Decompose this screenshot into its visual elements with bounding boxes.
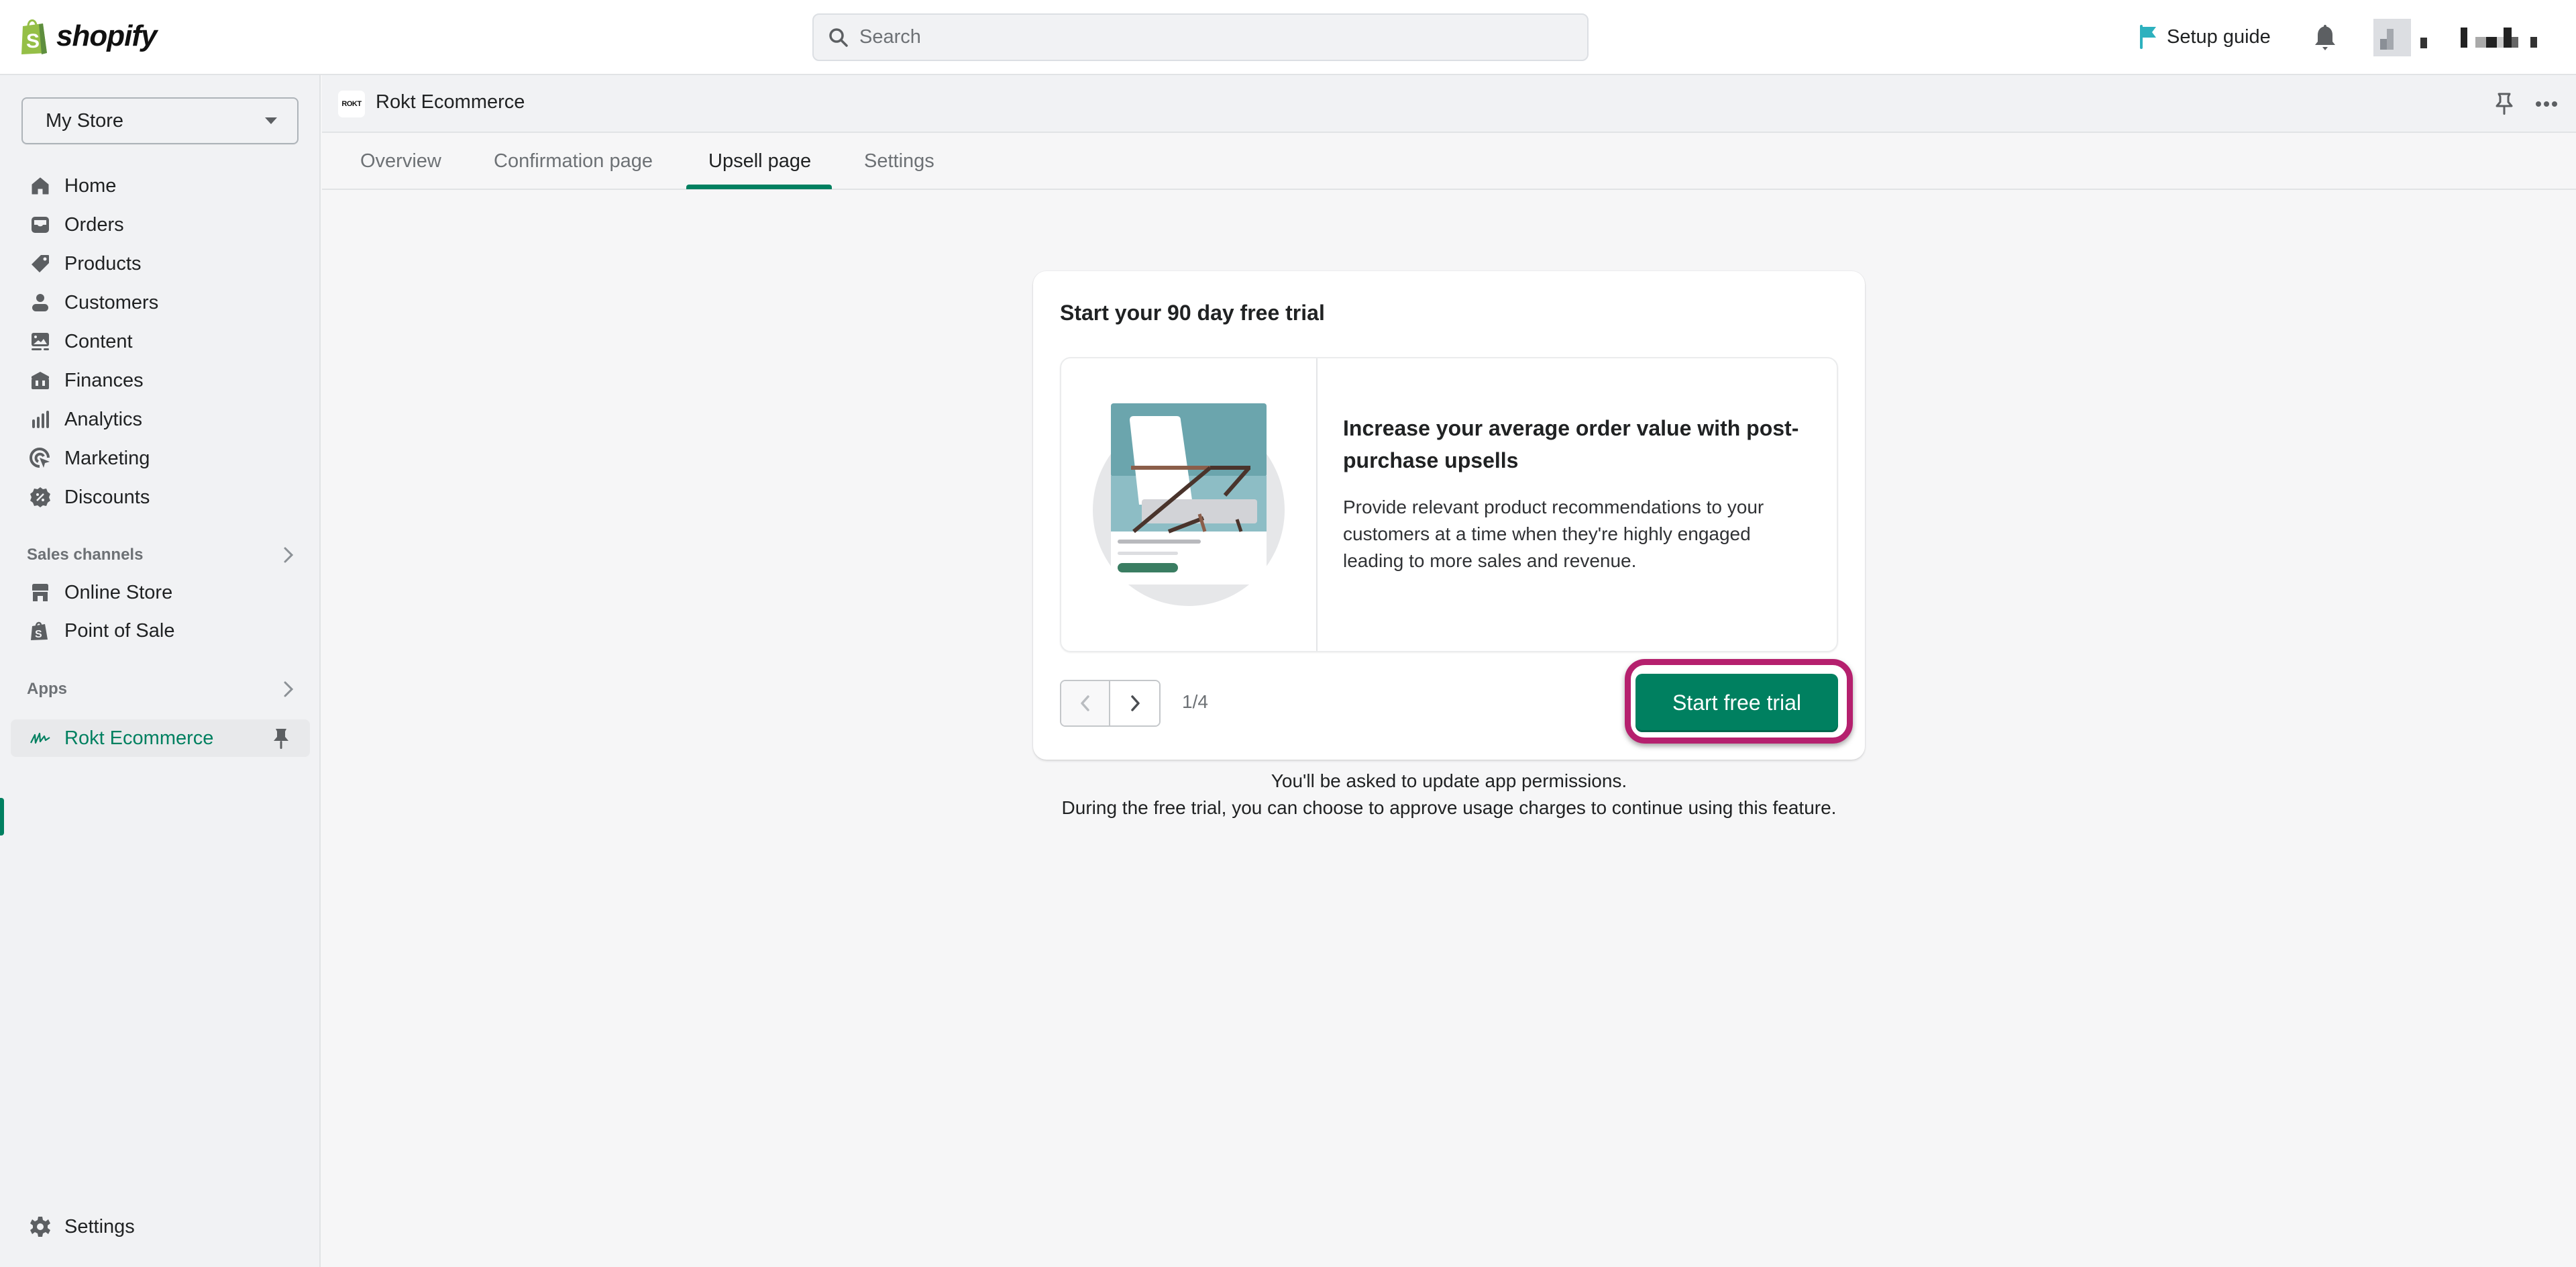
shopify-logo[interactable]: S shopify [19, 16, 157, 56]
store-icon [32, 584, 48, 601]
tab-settings[interactable]: Settings [864, 133, 934, 190]
sidebar-item-content[interactable]: Content [11, 323, 310, 360]
setup-guide-button[interactable]: Setup guide [2139, 20, 2271, 54]
bank-icon [32, 372, 49, 389]
person-icon [32, 294, 48, 311]
inbox-icon [32, 217, 49, 233]
pin-icon[interactable] [272, 727, 290, 750]
next-slide-button[interactable] [1110, 681, 1159, 725]
slide-content: Increase your average order value with p… [1343, 412, 1813, 574]
search-bar[interactable] [812, 13, 1589, 61]
sidebar-item-settings[interactable]: Settings [11, 1208, 310, 1246]
sidebar-item-label: Online Store [64, 581, 173, 603]
pin-icon[interactable] [2494, 92, 2514, 116]
setup-guide-label: Setup guide [2167, 26, 2271, 48]
sidebar-item-orders[interactable]: Orders [11, 206, 310, 244]
home-icon [32, 177, 49, 195]
usage-charges-note: During the free trial, you can choose to… [1061, 797, 1837, 818]
sidebar-item-rokt-ecommerce[interactable]: Rokt Ecommerce [11, 719, 310, 757]
slide-pagination [1060, 680, 1161, 727]
sidebar-item-finances[interactable]: Finances [11, 362, 310, 399]
sidebar-item-products[interactable]: Products [11, 245, 310, 283]
sidebar-item-label: Settings [64, 1215, 135, 1237]
sidebar-item-label: Finances [64, 369, 144, 391]
app-title: Rokt Ecommerce [376, 91, 525, 113]
sidebar-item-marketing[interactable]: Marketing [11, 440, 310, 477]
rokt-icon [30, 732, 50, 744]
sidebar: My Store Home Orders Products Customers … [0, 75, 321, 1267]
sidebar-item-analytics[interactable]: Analytics [11, 401, 310, 438]
app-title-bar: ROKT Rokt Ecommerce [322, 75, 2576, 133]
tab-confirmation-page[interactable]: Confirmation page [494, 133, 653, 190]
account-menu[interactable] [2373, 19, 2552, 56]
active-indicator [0, 798, 4, 835]
sidebar-item-point-of-sale[interactable]: S Point of Sale [11, 612, 310, 650]
tab-upsell-page[interactable]: Upsell page [708, 133, 811, 190]
sidebar-item-label: Analytics [64, 408, 143, 430]
redacted-block [2420, 38, 2427, 48]
flag-icon [2140, 25, 2156, 49]
active-tab-indicator [686, 185, 832, 189]
search-icon [829, 28, 848, 47]
section-heading: Apps [27, 680, 67, 698]
upsell-illustration [1093, 403, 1285, 606]
search-input[interactable] [859, 26, 1530, 48]
tag-icon [32, 255, 49, 272]
permissions-note: You'll be asked to update app permission… [1271, 770, 1627, 791]
tab-overview[interactable]: Overview [360, 133, 441, 190]
start-free-trial-button[interactable]: Start free trial [1635, 674, 1838, 732]
brand-wordmark: shopify [56, 19, 157, 52]
slide-divider [1316, 358, 1318, 651]
avatar-redacted [2373, 19, 2411, 56]
more-actions-icon[interactable] [2533, 94, 2560, 114]
pos-bag-icon: S [31, 621, 48, 640]
free-trial-card: Start your 90 day free trial Increase yo… [1033, 271, 1865, 760]
svg-text:S: S [26, 30, 40, 52]
chevron-right-icon [1130, 695, 1140, 711]
sidebar-item-label: Orders [64, 213, 124, 236]
apps-header[interactable]: Apps [27, 676, 295, 703]
bar-chart-icon [32, 411, 49, 428]
caret-down-icon [265, 117, 277, 124]
chevron-left-icon [1080, 695, 1089, 711]
shopify-bag-icon: S [21, 19, 47, 54]
previous-slide-button[interactable] [1061, 681, 1111, 725]
rokt-logo: ROKT [338, 91, 365, 117]
sidebar-item-label: Content [64, 330, 133, 352]
sidebar-item-label: Point of Sale [64, 619, 175, 642]
sidebar-item-online-store[interactable]: Online Store [11, 574, 310, 611]
svg-text:S: S [35, 629, 42, 640]
rokt-logo-text: ROKT [341, 100, 362, 108]
section-heading: Sales channels [27, 546, 144, 564]
chevron-right-icon [284, 547, 294, 563]
gear-icon [30, 1217, 50, 1237]
sidebar-item-label: Rokt Ecommerce [64, 727, 214, 749]
discount-icon [30, 487, 50, 507]
account-name-redacted [2461, 28, 2552, 48]
feature-slide: Increase your average order value with p… [1060, 357, 1838, 652]
bell-icon[interactable] [2312, 23, 2339, 52]
sidebar-item-label: Customers [64, 291, 159, 313]
sidebar-item-customers[interactable]: Customers [11, 284, 310, 321]
sidebar-item-home[interactable]: Home [11, 167, 310, 205]
top-bar: S shopify Setup guide [0, 0, 2576, 75]
sidebar-item-discounts[interactable]: Discounts [11, 478, 310, 516]
slide-description: Provide relevant product recommendations… [1343, 497, 1764, 571]
slide-counter: 1/4 [1182, 691, 1208, 712]
sales-channels-header[interactable]: Sales channels [27, 542, 295, 568]
slide-heading: Increase your average order value with p… [1343, 416, 1799, 472]
target-icon [30, 448, 50, 468]
app-tabs: Overview Confirmation page Upsell page S… [322, 133, 2576, 190]
sidebar-item-label: Discounts [64, 486, 150, 508]
store-name: My Store [46, 109, 124, 132]
sidebar-item-label: Products [64, 252, 142, 274]
card-title: Start your 90 day free trial [1060, 301, 1325, 325]
store-selector[interactable]: My Store [21, 97, 299, 144]
image-icon [32, 333, 49, 350]
chevron-right-icon [284, 681, 294, 697]
sidebar-item-label: Marketing [64, 447, 150, 469]
sidebar-item-label: Home [64, 174, 117, 197]
